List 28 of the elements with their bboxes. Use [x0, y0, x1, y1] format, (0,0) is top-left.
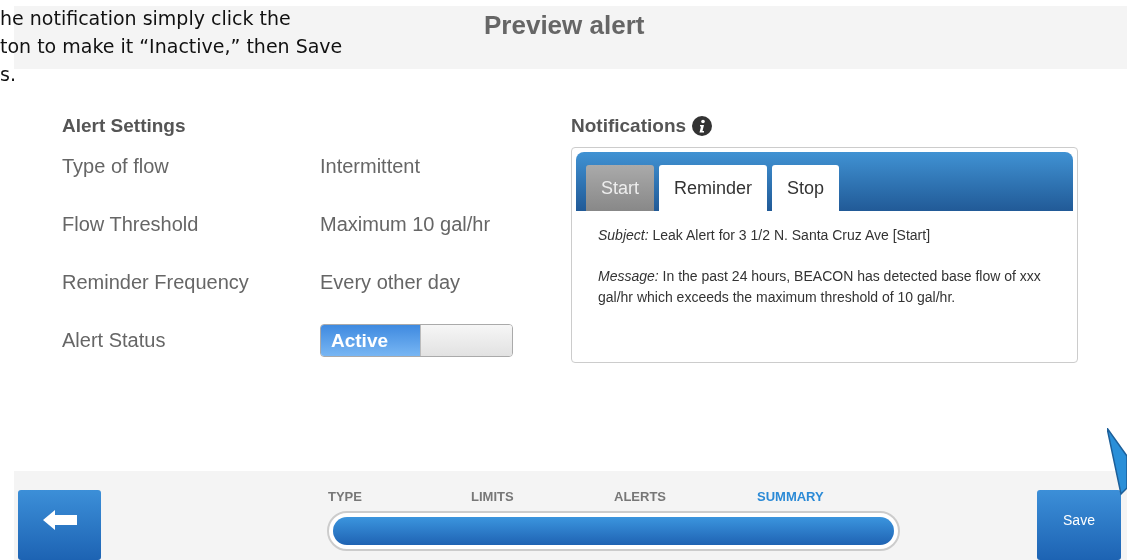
instruction-text: s. — [0, 62, 17, 87]
step-label: TYPE — [328, 489, 363, 504]
setting-label: Flow Threshold — [62, 212, 200, 236]
setting-label: Reminder Frequency — [62, 270, 250, 294]
subject-text: Subject: Leak Alert for 3 1/2 N. Santa Cruz Ave [Start] — [598, 226, 932, 246]
step-label: LIMITS — [471, 489, 515, 504]
section-heading: Alert Settings — [62, 115, 187, 138]
step-label: ALERTS — [614, 489, 667, 504]
step-label: SUMMARY — [757, 489, 825, 504]
back-button[interactable] — [18, 490, 101, 560]
message-text: Message: In the past 24 hours, BEACON has detected base flow of xxx gal/hr which exceeds the maximum threshold of 10 gal/hr. — [598, 267, 1042, 308]
instruction-text: he notification simply click the — [0, 6, 292, 31]
status-toggle[interactable]: Active — [320, 323, 513, 357]
section-heading: Notifications — [571, 115, 687, 138]
tab[interactable]: Stop — [772, 165, 840, 212]
tab[interactable]: Start — [586, 165, 654, 212]
left-arrow-icon — [42, 510, 77, 530]
setting-value: Every other day — [320, 270, 461, 294]
setting-label: Alert Status — [62, 328, 167, 352]
tab[interactable]: Reminder — [659, 165, 768, 212]
instruction-text: ton to make it “Inactive,” then Save — [0, 34, 343, 59]
save-button[interactable]: Save — [1037, 490, 1121, 560]
setting-label: Type of flow — [62, 154, 170, 178]
setting-value: Intermittent — [320, 154, 421, 178]
info-icon[interactable] — [692, 116, 713, 137]
page-title: Preview alert — [484, 10, 645, 41]
setting-value: Maximum 10 gal/hr — [320, 212, 491, 236]
pointer-arrow — [1107, 428, 1127, 498]
